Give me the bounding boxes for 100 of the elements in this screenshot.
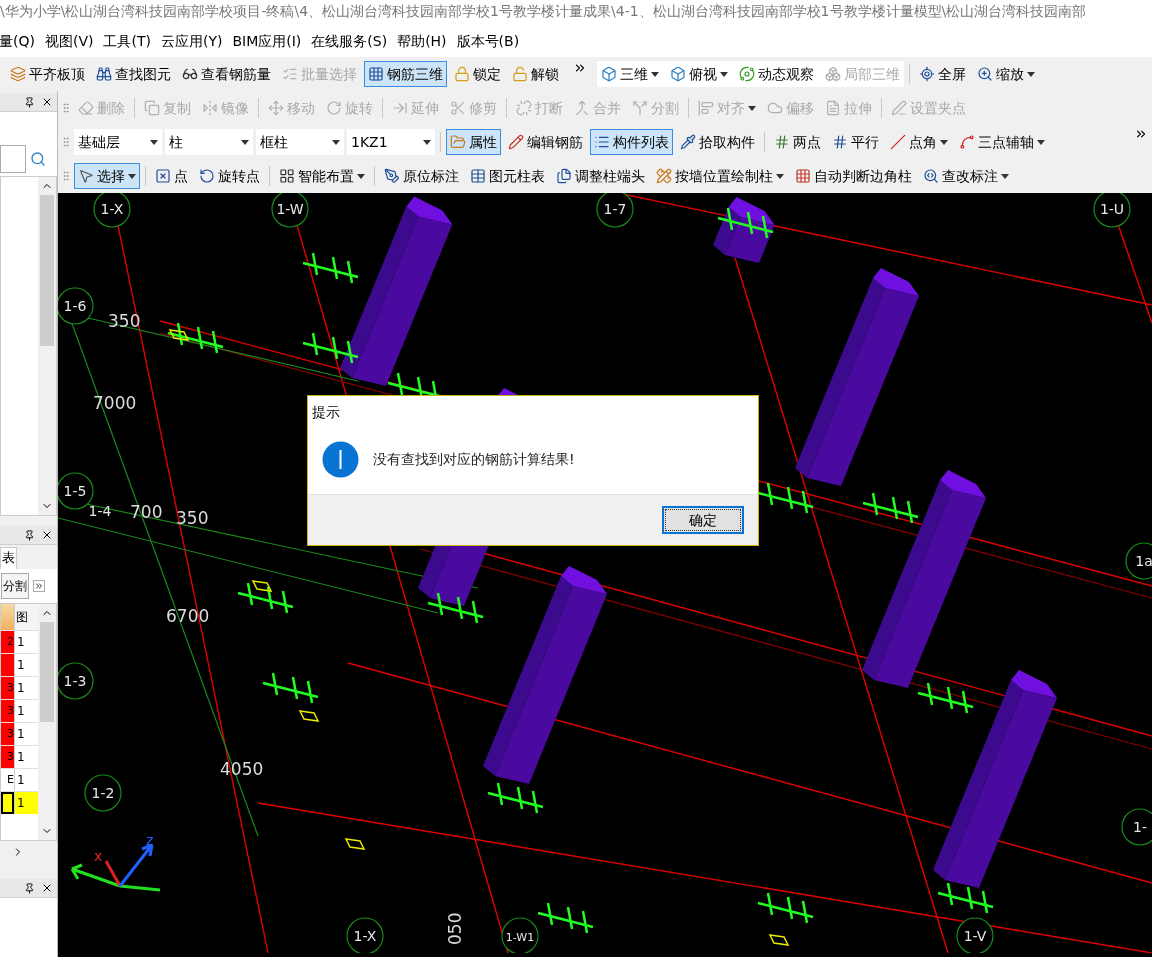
axis-label: 1a bbox=[1135, 553, 1152, 569]
scrollbar[interactable] bbox=[38, 177, 56, 515]
menu-item[interactable]: 版本号(B) bbox=[451, 30, 525, 52]
axis-triad-drawing: x z bbox=[70, 832, 162, 892]
align-icon bbox=[698, 100, 714, 116]
search-icon[interactable] bbox=[30, 151, 46, 167]
lock-icon bbox=[454, 66, 470, 82]
toolbar-button[interactable]: 自动判断边角柱 bbox=[791, 163, 916, 189]
toolbar-button[interactable]: 查看钢筋量 bbox=[178, 61, 275, 87]
copy-icon bbox=[144, 100, 160, 116]
search-field[interactable] bbox=[0, 145, 26, 173]
table-cell[interactable]: 3 bbox=[1, 723, 14, 745]
dialog-message: 没有查找到对应的钢筋计算结果! bbox=[373, 449, 575, 469]
ok-button[interactable]: 确定 bbox=[662, 506, 744, 534]
table-cell[interactable]: 3 bbox=[1, 700, 14, 722]
dropdown-field[interactable]: 柱 bbox=[165, 129, 253, 155]
toolbar-button[interactable]: 缩放 bbox=[973, 61, 1039, 87]
grid-icon bbox=[368, 66, 384, 82]
inspect-icon bbox=[923, 168, 939, 184]
dimension-text: 050 bbox=[445, 912, 465, 945]
toolbar-button[interactable]: 编辑钢筋 bbox=[504, 129, 587, 155]
dropdown-field[interactable]: 框柱 bbox=[256, 129, 344, 155]
caret-icon bbox=[332, 139, 340, 145]
table-cell[interactable]: 3 bbox=[1, 746, 14, 768]
menu-item[interactable]: 在线服务(S) bbox=[306, 30, 393, 52]
toolbar-button[interactable]: 平齐板顶 bbox=[6, 61, 89, 87]
panel-tab[interactable]: 表 bbox=[0, 547, 17, 569]
dialog-title: 提示 bbox=[311, 403, 341, 422]
table-cell[interactable] bbox=[1, 792, 14, 814]
more-icon[interactable] bbox=[573, 61, 587, 75]
unlock-icon bbox=[512, 66, 528, 82]
toolbar-button[interactable]: 平行 bbox=[828, 129, 883, 155]
cubes-icon bbox=[825, 66, 841, 82]
rebar-symbol bbox=[302, 332, 359, 364]
grid-icon bbox=[795, 168, 811, 184]
grid-lines-icon bbox=[832, 134, 848, 150]
toolbar-button[interactable]: 智能布置 bbox=[275, 163, 369, 189]
toolbar-button[interactable]: 构件列表 bbox=[590, 129, 673, 155]
menu-item[interactable]: BIM应用(I) bbox=[227, 30, 307, 52]
toolbar-button[interactable]: 查找图元 bbox=[92, 61, 175, 87]
menu-item[interactable]: 帮助(H) bbox=[392, 30, 452, 52]
more-icon[interactable] bbox=[1134, 127, 1148, 141]
rebar-symbol bbox=[487, 782, 544, 814]
outline-marker bbox=[251, 580, 273, 592]
toolbar-button[interactable]: 原位标注 bbox=[380, 163, 463, 189]
menu-item[interactable]: 量(Q) bbox=[0, 30, 40, 52]
toolbar-button[interactable]: 点角 bbox=[886, 129, 952, 155]
pin-icon[interactable] bbox=[24, 529, 35, 541]
pin-icon[interactable] bbox=[24, 96, 35, 108]
menu-item[interactable]: 视图(V) bbox=[39, 30, 99, 52]
toolbar-button[interactable]: 三点辅轴 bbox=[955, 129, 1049, 155]
toolbar-button[interactable]: 解锁 bbox=[508, 61, 563, 87]
toolbar-button[interactable]: 动态观察 bbox=[735, 61, 818, 87]
table-cell[interactable] bbox=[1, 654, 14, 676]
toolbar-button[interactable]: 点 bbox=[151, 163, 192, 189]
binoculars-icon bbox=[96, 66, 112, 82]
toolbar-button[interactable]: 全屏 bbox=[915, 61, 970, 87]
toolbar-button[interactable]: 图元柱表 bbox=[466, 163, 549, 189]
axis-bubble bbox=[58, 662, 94, 700]
toolbar-button[interactable]: 选择 bbox=[74, 163, 140, 189]
axis-bubble bbox=[271, 193, 309, 228]
axis-label: 1-X bbox=[353, 928, 377, 944]
axis-label: 1-W bbox=[276, 201, 304, 217]
table-cell[interactable]: 2 bbox=[1, 631, 14, 653]
dropdown-field[interactable]: 1KZ1 bbox=[347, 129, 435, 155]
rebar-symbol bbox=[427, 592, 484, 624]
table-cell[interactable]: 3 bbox=[1, 677, 14, 699]
toolbar-button[interactable]: 按墙位置绘制柱 bbox=[652, 163, 788, 189]
move-icon bbox=[268, 100, 284, 116]
close-icon[interactable] bbox=[41, 529, 53, 541]
toolbar-button[interactable]: 旋转点 bbox=[195, 163, 264, 189]
rebar-symbol bbox=[237, 582, 294, 614]
toolbar-button[interactable]: 拾取构件 bbox=[676, 129, 759, 155]
toolbar-button[interactable]: 属性 bbox=[446, 129, 501, 155]
close-icon[interactable] bbox=[41, 882, 53, 894]
break-icon bbox=[516, 100, 532, 116]
dimension-text: 7000 bbox=[93, 393, 137, 413]
cloud-icon bbox=[767, 100, 783, 116]
table-icon bbox=[470, 168, 486, 184]
axis-label: 1-X bbox=[100, 201, 124, 217]
toolbar-button[interactable]: 俯视 bbox=[666, 61, 732, 87]
dropdown-field[interactable]: 基础层 bbox=[74, 129, 162, 155]
split-button[interactable]: 分割 bbox=[1, 573, 29, 599]
toolbar-button[interactable]: 两点 bbox=[770, 129, 825, 155]
pen-icon bbox=[384, 168, 400, 184]
stack-icon bbox=[10, 66, 26, 82]
menu-item[interactable]: 云应用(Y) bbox=[155, 30, 228, 52]
toolbar-button[interactable]: 查改标注 bbox=[919, 163, 1013, 189]
pencil-ruler-icon bbox=[656, 168, 672, 184]
rebar-symbol bbox=[537, 902, 594, 934]
toolbar-button[interactable]: 调整柱端头 bbox=[552, 163, 649, 189]
toolbar-button[interactable]: 钢筋三维 bbox=[364, 61, 447, 87]
toolbar-button[interactable]: 锁定 bbox=[450, 61, 505, 87]
grip-icon bbox=[60, 170, 72, 182]
scrollbar[interactable] bbox=[38, 604, 56, 840]
axis-bubble bbox=[346, 917, 384, 953]
menu-item[interactable]: 工具(T) bbox=[98, 30, 156, 52]
toolbar-button[interactable]: 三维 bbox=[597, 61, 663, 87]
pin-icon[interactable] bbox=[24, 882, 35, 894]
close-icon[interactable] bbox=[41, 96, 53, 108]
